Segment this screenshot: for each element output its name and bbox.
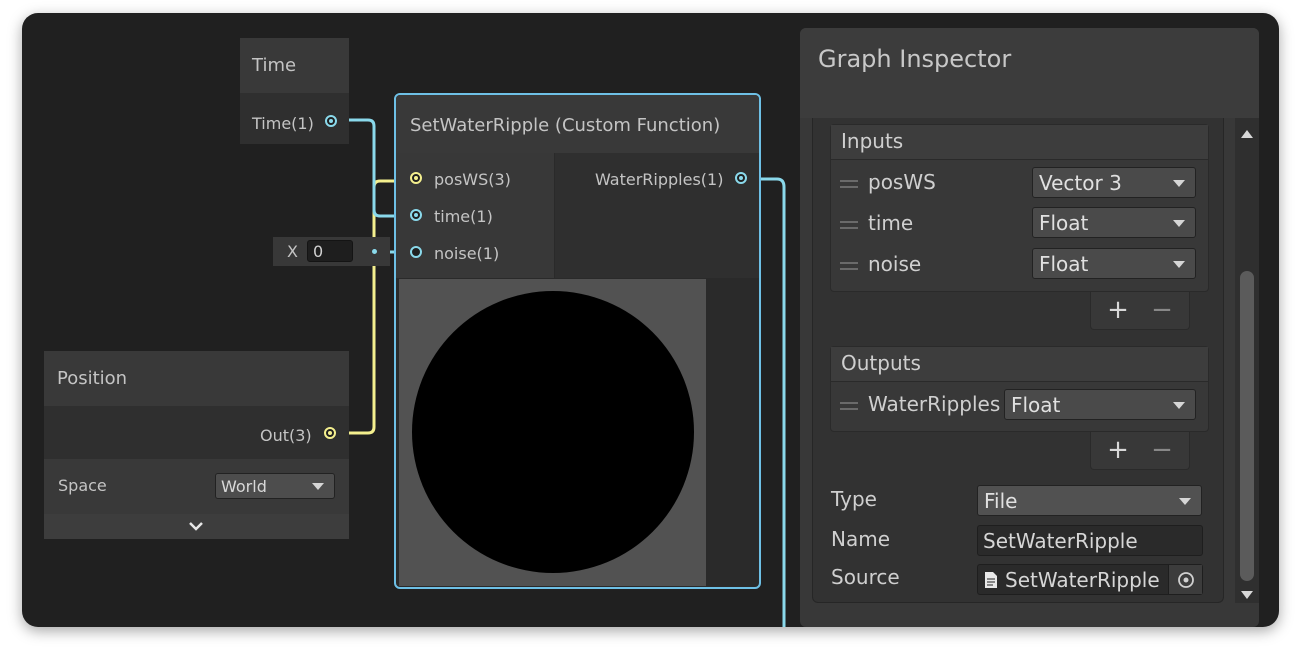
position-expand-button[interactable]: [44, 514, 349, 539]
type-label: Type: [831, 487, 877, 511]
time-node-header[interactable]: Time: [240, 38, 349, 93]
position-node[interactable]: Position Out(3) Space World: [44, 351, 349, 539]
time-output-label: Time(1): [252, 114, 314, 133]
space-value: World: [221, 477, 267, 496]
output-type-waterripples[interactable]: Float: [1004, 389, 1196, 420]
scrollbar-thumb[interactable]: [1240, 271, 1254, 581]
input-label-posws: posWS(3): [434, 170, 511, 189]
object-picker-icon: [1178, 572, 1194, 588]
source-field[interactable]: SetWaterRipple: [977, 564, 1203, 595]
scroll-up-arrow-icon[interactable]: [1241, 130, 1253, 138]
noise-inline-input: X 0: [273, 237, 390, 266]
custom-function-header[interactable]: SetWaterRipple (Custom Function): [396, 95, 759, 153]
input-port-posws[interactable]: [410, 172, 422, 184]
drag-handle-icon[interactable]: [840, 180, 858, 188]
drag-handle-icon[interactable]: [840, 262, 858, 270]
custom-function-title: SetWaterRipple (Custom Function): [410, 115, 721, 136]
graph-inspector: Graph Inspector Inputs posWS Vector 3 ti…: [800, 28, 1259, 627]
outputs-header: Outputs: [831, 347, 1208, 382]
drag-handle-icon[interactable]: [840, 221, 858, 229]
source-value: SetWaterRipple: [1005, 568, 1160, 592]
noise-axis-label: X: [287, 242, 298, 261]
node-preview: [399, 279, 706, 586]
drag-handle-icon[interactable]: [840, 402, 858, 410]
position-space-row: Space World: [44, 459, 349, 514]
name-label: Name: [831, 527, 891, 551]
type-value: File: [984, 489, 1018, 513]
file-icon: [985, 572, 997, 588]
preview-sphere: [412, 291, 694, 573]
chevron-down-icon: [312, 483, 324, 490]
inspector-header: Graph Inspector: [800, 28, 1259, 118]
input-label-time: time(1): [434, 207, 493, 226]
scroll-down-arrow-icon[interactable]: [1241, 591, 1253, 599]
source-label: Source: [831, 565, 900, 589]
inspector-content: Inputs posWS Vector 3 time Float noise F…: [812, 118, 1224, 603]
remove-output-button[interactable]: −: [1149, 437, 1175, 463]
space-dropdown[interactable]: World: [215, 473, 335, 499]
remove-input-button[interactable]: −: [1149, 297, 1175, 323]
custom-function-inputs: posWS(3) time(1) noise(1): [396, 153, 554, 278]
input-type-noise[interactable]: Float: [1032, 248, 1196, 279]
inputs-header-label: Inputs: [841, 129, 904, 153]
chevron-down-icon: [1179, 497, 1191, 505]
time-node-title: Time: [252, 55, 297, 76]
outputs-header-label: Outputs: [841, 351, 921, 375]
input-type-posws-value: Vector 3: [1039, 171, 1122, 195]
inputs-header: Inputs: [831, 125, 1208, 160]
time-node[interactable]: Time Time(1): [240, 38, 349, 144]
input-port-time[interactable]: [410, 209, 422, 221]
noise-connector-dot: [372, 249, 377, 254]
input-type-posws[interactable]: Vector 3: [1032, 167, 1196, 198]
type-dropdown[interactable]: File: [977, 485, 1202, 516]
shader-graph-canvas[interactable]: Time Time(1) X 0 Position Out(3) Space W…: [22, 13, 1279, 627]
outputs-list: Outputs WaterRipples Float: [830, 346, 1209, 432]
input-label-noise: noise(1): [434, 244, 500, 263]
input-name-posws: posWS: [868, 170, 936, 194]
outputs-add-remove: + −: [1090, 432, 1190, 470]
input-type-time[interactable]: Float: [1032, 207, 1196, 238]
input-type-time-value: Float: [1039, 211, 1089, 235]
name-value: SetWaterRipple: [983, 529, 1138, 553]
custom-function-outputs: WaterRipples(1): [555, 153, 759, 278]
output-type-waterripples-value: Float: [1011, 393, 1061, 417]
inputs-add-remove: + −: [1090, 292, 1190, 330]
input-name-noise: noise: [868, 252, 922, 276]
chevron-down-icon: [189, 522, 203, 531]
add-output-button[interactable]: +: [1105, 437, 1131, 463]
chevron-down-icon: [1173, 260, 1185, 268]
position-node-header[interactable]: Position: [44, 351, 349, 406]
output-name-waterripples: WaterRipples: [868, 392, 1001, 416]
noise-value: 0: [313, 242, 324, 261]
output-port-waterripples[interactable]: [735, 172, 747, 184]
output-label-waterripples: WaterRipples(1): [595, 170, 724, 189]
input-name-time: time: [868, 211, 914, 235]
object-picker-button[interactable]: [1168, 565, 1202, 594]
name-field[interactable]: SetWaterRipple: [977, 525, 1203, 556]
chevron-down-icon: [1173, 219, 1185, 227]
time-output-port[interactable]: [325, 115, 337, 127]
chevron-down-icon: [1173, 179, 1185, 187]
inspector-title: Graph Inspector: [818, 45, 1012, 73]
chevron-down-icon: [1173, 401, 1185, 409]
noise-value-field[interactable]: 0: [307, 240, 353, 262]
inspector-scrollbar[interactable]: [1235, 118, 1259, 603]
position-node-title: Position: [57, 368, 128, 389]
input-type-noise-value: Float: [1039, 252, 1089, 276]
custom-function-node[interactable]: SetWaterRipple (Custom Function) posWS(3…: [394, 93, 761, 589]
inputs-list: Inputs posWS Vector 3 time Float noise F…: [830, 124, 1209, 292]
space-label: Space: [58, 476, 107, 495]
position-output-label: Out(3): [260, 426, 312, 445]
add-input-button[interactable]: +: [1105, 297, 1131, 323]
input-port-noise[interactable]: [410, 246, 422, 258]
position-output-port[interactable]: [324, 427, 336, 439]
